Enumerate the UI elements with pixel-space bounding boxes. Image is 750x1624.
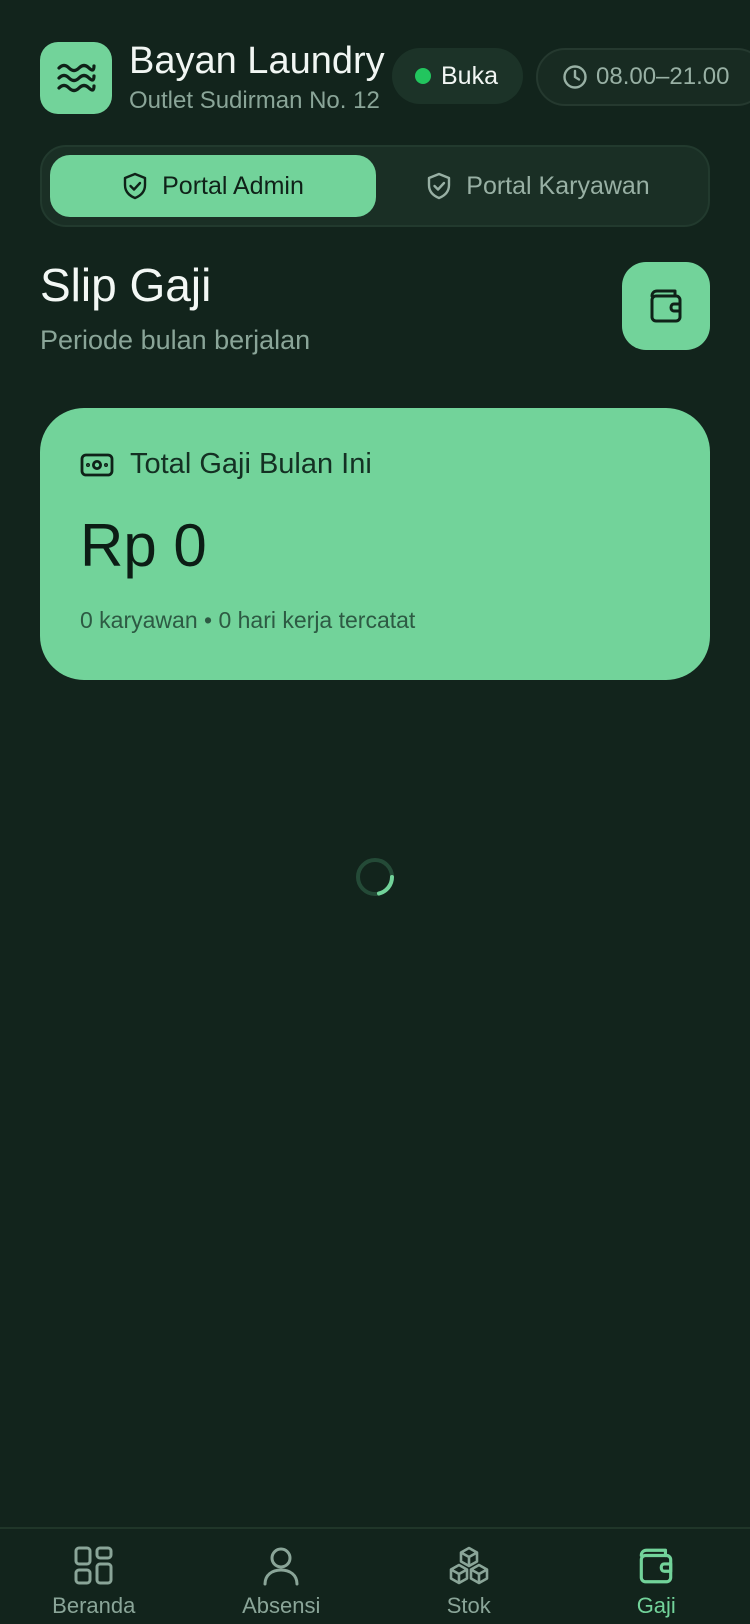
- loading-spinner: [356, 858, 394, 896]
- wallet-icon: [650, 289, 682, 323]
- summary-header: Total Gaji Bulan Ini: [80, 448, 670, 481]
- nav-item-stok[interactable]: Stok: [375, 1529, 563, 1624]
- user-icon: [263, 1547, 299, 1586]
- total-salary-amount: Rp 0: [80, 512, 207, 579]
- portal-switch: Portal Admin Portal Karyawan: [40, 145, 710, 227]
- grid-icon: [74, 1546, 113, 1585]
- status-label: Buka: [441, 61, 498, 90]
- clock-icon: [563, 65, 587, 89]
- app-screen: Bayan Laundry Outlet Sudirman No. 12 Buk…: [0, 0, 750, 1624]
- nav-label: Beranda: [52, 1593, 136, 1618]
- brand-logo: [40, 42, 112, 114]
- banknote-icon: [80, 453, 114, 476]
- opening-hours-badge: 08.00–21.00: [536, 48, 750, 106]
- shield-check-icon: [428, 172, 451, 200]
- nav-item-gaji[interactable]: Gaji: [563, 1529, 750, 1624]
- brand-block: Bayan Laundry Outlet Sudirman No. 12: [129, 39, 391, 117]
- app-header: Bayan Laundry Outlet Sudirman No. 12 Buk…: [40, 40, 750, 116]
- status-dot: [415, 68, 431, 84]
- tab-label: Portal Admin: [162, 171, 304, 200]
- summary-meta: 0 karyawan • 0 hari kerja tercatat: [80, 607, 416, 633]
- salary-summary-card: Total Gaji Bulan Ini Rp 0 0 karyawan • 0…: [40, 408, 710, 680]
- boxes-icon: [449, 1546, 489, 1585]
- brand-title: Bayan Laundry: [129, 40, 385, 82]
- summary-label: Total Gaji Bulan Ini: [130, 448, 372, 480]
- wallet-button[interactable]: [622, 262, 710, 350]
- page-title: Slip Gaji: [40, 259, 212, 311]
- waves-icon: [57, 63, 96, 93]
- nav-item-absensi[interactable]: Absensi: [188, 1529, 376, 1624]
- tab-portal-karyawan[interactable]: Portal Karyawan: [376, 155, 700, 217]
- wallet-icon: [639, 1548, 673, 1584]
- page-subtitle: Periode bulan berjalan: [40, 325, 311, 355]
- brand-subtitle: Outlet Sudirman No. 12: [129, 87, 380, 114]
- bottom-navigation: Beranda Absensi Stok Gaji: [0, 1527, 750, 1624]
- nav-label: Gaji: [636, 1593, 676, 1618]
- nav-item-beranda[interactable]: Beranda: [0, 1529, 188, 1624]
- shield-check-icon: [123, 172, 147, 200]
- tab-label: Portal Karyawan: [466, 171, 650, 200]
- nav-label: Stok: [446, 1593, 491, 1618]
- tab-portal-admin[interactable]: Portal Admin: [50, 155, 376, 217]
- hours-label: 08.00–21.00: [596, 63, 730, 90]
- nav-label: Absensi: [242, 1593, 321, 1618]
- open-status-badge: Buka: [392, 48, 523, 104]
